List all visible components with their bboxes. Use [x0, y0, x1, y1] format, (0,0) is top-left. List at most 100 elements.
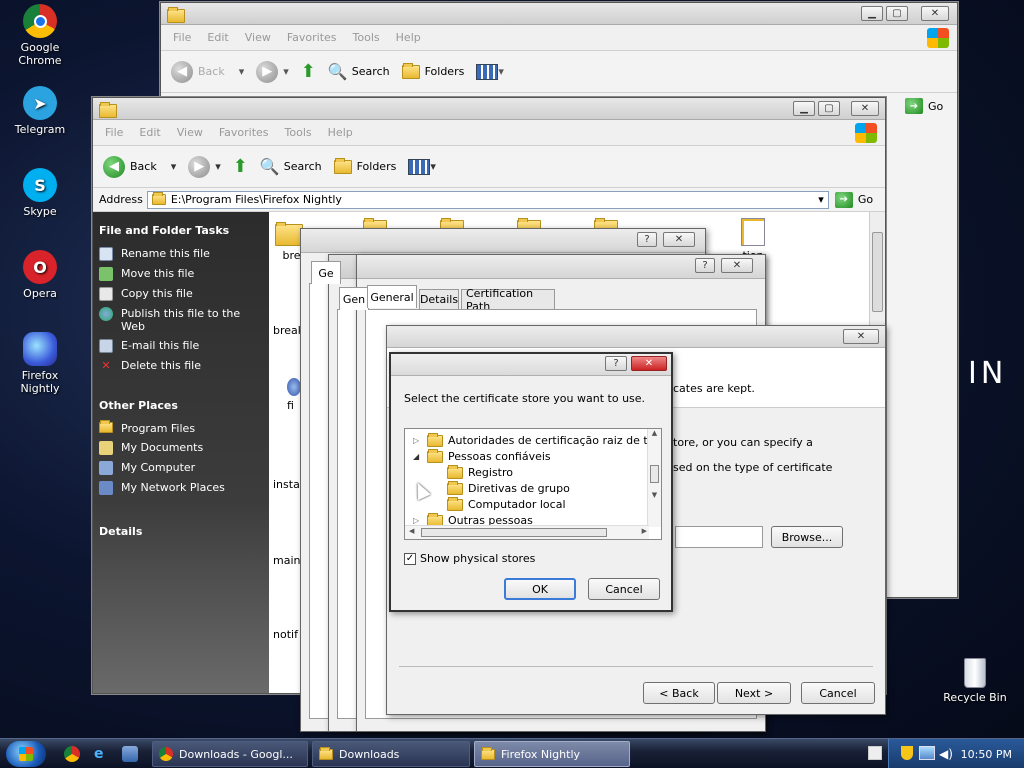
tab-certification-path[interactable]: Certification Path — [461, 287, 555, 313]
file-item[interactable]: notif — [273, 628, 298, 641]
go-button[interactable]: ➔ Go — [834, 191, 873, 208]
maximize-button[interactable]: ▢ — [818, 101, 840, 116]
menu-file[interactable]: File — [105, 126, 123, 139]
views-button[interactable]: ▾ — [408, 158, 436, 175]
go-button[interactable]: ➔ Go — [905, 98, 943, 114]
desktop-icon-telegram[interactable]: ➤ Telegram — [5, 86, 75, 136]
tab-general[interactable]: Gen — [339, 287, 369, 310]
keyboard-icon[interactable] — [868, 746, 882, 760]
help-button[interactable]: ? — [605, 356, 627, 371]
close-button[interactable]: ✕ — [631, 356, 667, 371]
menu-edit[interactable]: Edit — [207, 31, 228, 44]
menu-view[interactable]: View — [177, 126, 203, 139]
task-copy[interactable]: Copy this file — [99, 287, 263, 301]
place-my-computer[interactable]: My Computer — [99, 461, 263, 475]
tree-item[interactable]: Computador local — [447, 496, 566, 511]
help-button[interactable]: ? — [695, 258, 715, 273]
show-physical-stores[interactable]: ✓ Show physical stores — [404, 552, 535, 565]
cancel-button[interactable]: Cancel — [588, 578, 660, 600]
back-button[interactable]: ◀ Back ▾ — [171, 60, 244, 83]
ok-button[interactable]: OK — [504, 578, 576, 600]
details-title[interactable]: Details — [99, 525, 263, 538]
tree-vertical-scrollbar[interactable]: ▲ ▼ — [647, 429, 661, 527]
desktop-icon-firefox-nightly[interactable]: Firefox Nightly — [5, 332, 75, 395]
checkbox[interactable]: ✓ — [404, 552, 416, 565]
next-button[interactable]: Next > — [717, 682, 791, 704]
task-firefox-nightly[interactable]: Firefox Nightly — [474, 741, 630, 767]
select-store-dialog[interactable]: ? ✕ Select the certificate store you wan… — [389, 352, 673, 612]
file-item[interactable]: fi — [287, 378, 301, 412]
menu-help[interactable]: Help — [396, 31, 421, 44]
menu-tools[interactable]: Tools — [285, 126, 312, 139]
menu-view[interactable]: View — [245, 31, 271, 44]
chevron-down-icon[interactable]: ▾ — [818, 193, 824, 206]
start-button[interactable] — [6, 741, 46, 767]
quicklaunch-ie[interactable]: e — [94, 746, 110, 762]
back-button[interactable]: ◀ Back ▾ — [103, 155, 176, 178]
scrollbar-thumb[interactable] — [421, 528, 607, 537]
tree-horizontal-scrollbar[interactable]: ◀ ▶ — [405, 525, 649, 539]
close-button[interactable]: ✕ — [851, 101, 879, 116]
store-path-input[interactable] — [675, 526, 763, 548]
title-bar[interactable]: ▁ ▢ ✕ — [161, 3, 957, 25]
up-button[interactable]: ⬆ — [233, 156, 248, 177]
close-button[interactable]: ✕ — [843, 329, 879, 344]
menu-help[interactable]: Help — [328, 126, 353, 139]
store-tree[interactable]: ▷ Autoridades de certificação raiz de ter… — [404, 428, 662, 540]
scrollbar-thumb[interactable] — [650, 465, 659, 483]
tree-item[interactable]: ◢ Pessoas confiáveis — [413, 448, 551, 463]
task-delete[interactable]: ✕ Delete this file — [99, 359, 263, 373]
minimize-button[interactable]: ▁ — [861, 6, 883, 21]
desktop-icon-chrome[interactable]: Google Chrome — [5, 4, 75, 67]
browse-button[interactable]: Browse... — [771, 526, 843, 548]
address-input[interactable]: E:\Program Files\Firefox Nightly ▾ — [146, 190, 829, 209]
close-button[interactable]: ✕ — [663, 232, 695, 247]
title-bar[interactable]: ? ✕ — [301, 229, 705, 253]
minimize-button[interactable]: ▁ — [793, 101, 815, 116]
quicklaunch-chrome[interactable] — [64, 746, 80, 762]
views-button[interactable]: ▾ — [476, 63, 504, 80]
search-button[interactable]: 🔍 Search — [328, 62, 390, 81]
title-bar[interactable]: ✕ — [387, 326, 885, 348]
forward-button[interactable]: ▶ ▾ — [188, 155, 221, 178]
help-button[interactable]: ? — [637, 232, 657, 247]
task-rename[interactable]: Rename this file — [99, 247, 263, 261]
close-button[interactable]: ✕ — [721, 258, 753, 273]
clock[interactable]: 10:50 PM — [961, 748, 1012, 761]
menu-favorites[interactable]: Favorites — [219, 126, 269, 139]
maximize-button[interactable]: ▢ — [886, 6, 908, 21]
volume-icon[interactable]: ◀) — [939, 747, 953, 761]
up-button[interactable]: ⬆ — [301, 61, 316, 82]
place-program-files[interactable]: Program Files — [99, 420, 263, 435]
menu-favorites[interactable]: Favorites — [287, 31, 337, 44]
file-item[interactable]: main — [273, 554, 300, 567]
network-icon[interactable] — [919, 746, 935, 760]
tab-general[interactable]: General — [367, 285, 417, 308]
desktop-icon-recycle-bin[interactable]: Recycle Bin — [940, 658, 1010, 704]
tab-general[interactable]: Ge — [311, 261, 341, 284]
tree-item[interactable]: ▷ Autoridades de certificação raiz de ter… — [413, 432, 661, 447]
place-my-network-places[interactable]: My Network Places — [99, 481, 263, 495]
menu-edit[interactable]: Edit — [139, 126, 160, 139]
scrollbar-thumb[interactable] — [872, 232, 883, 312]
title-bar[interactable]: ? ✕ — [391, 354, 671, 376]
menu-tools[interactable]: Tools — [353, 31, 380, 44]
security-shield-icon[interactable] — [901, 746, 913, 760]
place-my-documents[interactable]: My Documents — [99, 441, 263, 455]
title-bar[interactable]: ? ✕ — [357, 255, 765, 279]
task-downloads[interactable]: Downloads — [312, 741, 470, 767]
back-button[interactable]: < Back — [643, 682, 715, 704]
file-item[interactable]: insta — [273, 478, 300, 491]
task-publish[interactable]: Publish this file to the Web — [99, 307, 263, 333]
task-move[interactable]: Move this file — [99, 267, 263, 281]
forward-button[interactable]: ▶ ▾ — [256, 60, 289, 83]
quicklaunch-show-desktop[interactable] — [122, 746, 138, 762]
cancel-button[interactable]: Cancel — [801, 682, 875, 704]
desktop-icon-opera[interactable]: O Opera — [5, 250, 75, 300]
tree-item[interactable]: Diretivas de grupo — [447, 480, 570, 495]
title-bar[interactable]: ▁ ▢ ✕ — [93, 98, 885, 120]
menu-file[interactable]: File — [173, 31, 191, 44]
close-button[interactable]: ✕ — [921, 6, 949, 21]
desktop-icon-skype[interactable]: S Skype — [5, 168, 75, 218]
tab-details[interactable]: Details — [419, 289, 459, 309]
